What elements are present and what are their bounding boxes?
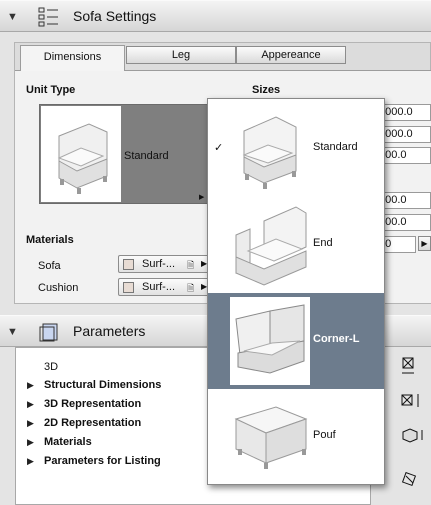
tree-item-2d-representation[interactable]: 2D Representation [44,417,141,429]
expand-triangle-icon[interactable]: ▶ [27,399,34,410]
corner-l-sofa-thumbnail [230,297,310,385]
popup-option-standard[interactable]: ✓ Standard [208,101,384,197]
angle-icon[interactable] [400,472,430,492]
material-cushion-label: Cushion [38,282,79,294]
expand-triangle-icon[interactable]: ▶ [27,380,34,391]
sizes-label: Sizes [252,84,281,96]
pouf-thumbnail [230,393,310,481]
standard-sofa-thumbnail [230,105,310,193]
material-swatch [123,282,134,293]
material-sofa-label: Sofa [38,260,61,272]
collapse-triangle-icon[interactable]: ▼ [7,326,18,338]
popup-option-pouf[interactable]: Pouf [208,389,384,485]
settings-grid-icon [38,7,58,27]
option-label: Pouf [313,429,336,441]
tree-item-parameters-for-listing[interactable]: Parameters for Listing [44,455,161,467]
size-z-icon[interactable] [400,426,426,444]
material-sofa-picker[interactable]: Surf-... 🗎 ▶ [118,255,210,273]
expand-triangle-icon[interactable]: ▶ [27,437,34,448]
tree-item-3d-representation[interactable]: 3D Representation [44,398,141,410]
unit-type-popup-menu: ✓ Standard End Corner-L Pouf [207,98,385,485]
unit-type-label: Unit Type [26,84,76,96]
material-swatch [123,259,134,270]
option-label: End [313,237,333,249]
end-sofa-thumbnail [230,201,310,289]
parameters-title: Parameters [73,323,146,339]
material-cushion-picker[interactable]: Surf-... 🗎 ▶ [118,278,210,296]
expand-triangle-icon[interactable]: ▶ [27,456,34,467]
sofa-settings-title: Sofa Settings [73,8,157,24]
unit-thumbnail-image [41,106,121,202]
material-cushion-value: Surf-... [142,281,176,293]
collapse-triangle-icon[interactable]: ▼ [7,11,18,23]
parameters-box-icon [39,323,58,342]
popup-option-end[interactable]: End [208,197,384,293]
sofa-settings-header[interactable]: ▼ Sofa Settings [0,0,431,32]
option-label: Corner-L [313,333,360,345]
stepper-arrow-button[interactable]: ▶ [418,236,431,251]
option-label: Standard [313,141,358,153]
tree-item-structural-dimensions[interactable]: Structural Dimensions [44,379,161,391]
expand-triangle-icon[interactable]: ▶ [27,418,34,429]
popup-option-corner-l[interactable]: Corner-L [208,293,384,389]
materials-label: Materials [26,234,74,246]
tree-item-materials[interactable]: Materials [44,436,92,448]
document-icon: 🗎 [187,283,195,293]
unit-type-value: Standard [124,150,169,162]
size-y-icon[interactable] [400,392,424,410]
tab-leg[interactable]: Leg [126,46,236,64]
material-sofa-value: Surf-... [142,258,176,270]
tree-item-3d[interactable]: 3D [44,361,58,373]
dropdown-arrow-icon: ▶ [199,194,205,201]
size-x-icon[interactable] [400,356,418,376]
document-icon: 🗎 [187,260,195,270]
tab-appearance[interactable]: Appereance [236,46,346,64]
tab-dimensions[interactable]: Dimensions [20,45,125,71]
checkmark-icon: ✓ [214,142,224,154]
